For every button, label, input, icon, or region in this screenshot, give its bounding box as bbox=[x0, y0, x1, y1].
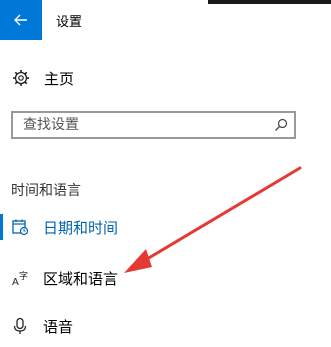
microphone-icon bbox=[13, 317, 27, 334]
section-heading: 时间和语言 bbox=[11, 183, 81, 199]
search-box[interactable] bbox=[11, 111, 296, 139]
nav-item-label: 日期和时间 bbox=[43, 218, 119, 237]
svg-text:字: 字 bbox=[19, 270, 28, 282]
region-language-icon: A 字 bbox=[12, 270, 28, 287]
nav-item-region-language[interactable]: A 字 区域和语言 bbox=[11, 265, 118, 291]
nav-item-speech[interactable]: 语音 bbox=[11, 313, 73, 339]
calendar-clock-icon bbox=[12, 219, 29, 236]
nav-item-date-time[interactable]: 日期和时间 bbox=[11, 214, 118, 240]
title-bar: 设置 bbox=[0, 0, 331, 40]
search-input[interactable] bbox=[23, 116, 263, 134]
arrow-left-icon bbox=[14, 14, 27, 26]
back-button[interactable] bbox=[0, 0, 42, 40]
svg-text:A: A bbox=[12, 277, 19, 287]
search-icon[interactable] bbox=[274, 118, 288, 132]
annotation-arrow bbox=[124, 166, 302, 273]
nav-item-label: 区域和语言 bbox=[43, 269, 119, 288]
active-indicator bbox=[0, 214, 3, 240]
nav-home-label: 主页 bbox=[44, 69, 75, 88]
nav-home[interactable]: 主页 bbox=[12, 66, 74, 90]
nav-item-label: 语音 bbox=[43, 317, 74, 336]
window-edge bbox=[208, 0, 331, 4]
page-title: 设置 bbox=[56, 15, 83, 30]
gear-icon bbox=[13, 70, 29, 86]
